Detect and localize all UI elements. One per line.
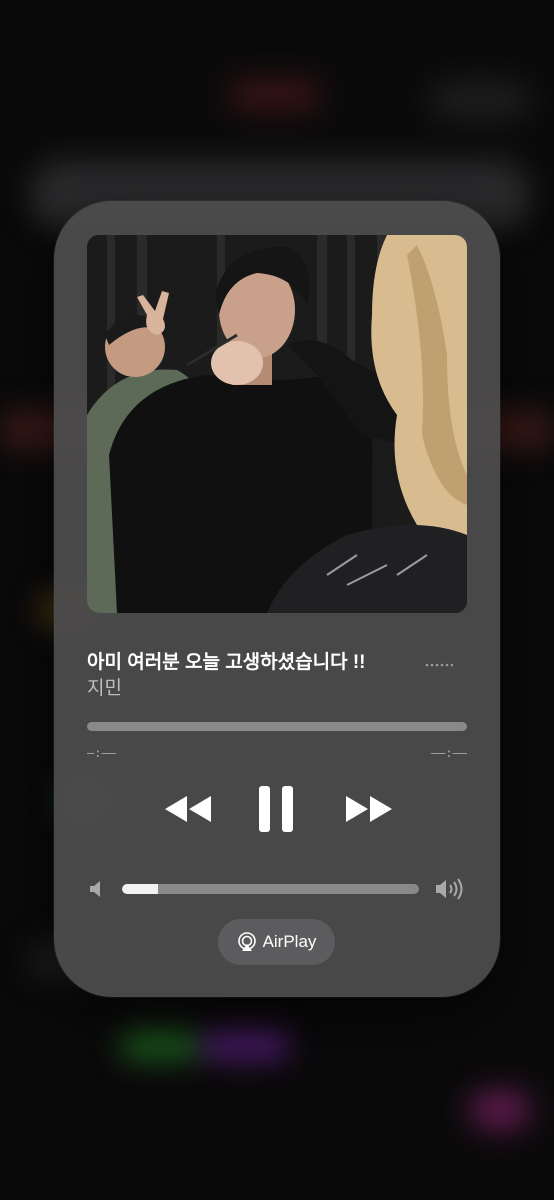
pause-button[interactable] bbox=[254, 785, 298, 833]
track-artist: 지민 bbox=[87, 678, 122, 699]
album-artwork bbox=[87, 235, 467, 613]
speaker-high-icon bbox=[435, 878, 465, 900]
speaker-low-icon bbox=[89, 880, 103, 898]
now-playing-card: 아미 여러분 오늘 고생하셨습니다 !! 지민 –:–– ––:–– AirPl… bbox=[54, 201, 500, 997]
rewind-icon bbox=[165, 796, 211, 822]
airplay-button[interactable]: AirPlay bbox=[218, 919, 335, 965]
track-title: 아미 여러분 오늘 고생하셨습니다 !! bbox=[87, 652, 366, 673]
airplay-label: AirPlay bbox=[262, 932, 317, 951]
fast-forward-icon bbox=[346, 796, 392, 822]
elapsed-time: –:–– bbox=[87, 746, 116, 760]
ellipsis-icon[interactable] bbox=[419, 657, 459, 677]
fast-forward-button[interactable] bbox=[339, 791, 399, 827]
rewind-button[interactable] bbox=[158, 791, 218, 827]
remaining-time: ––:–– bbox=[430, 746, 467, 760]
playback-progress-bar[interactable] bbox=[87, 722, 467, 731]
volume-slider[interactable] bbox=[122, 884, 419, 894]
volume-fill bbox=[122, 884, 158, 894]
airplay-icon bbox=[237, 932, 257, 952]
pause-icon bbox=[259, 786, 293, 832]
